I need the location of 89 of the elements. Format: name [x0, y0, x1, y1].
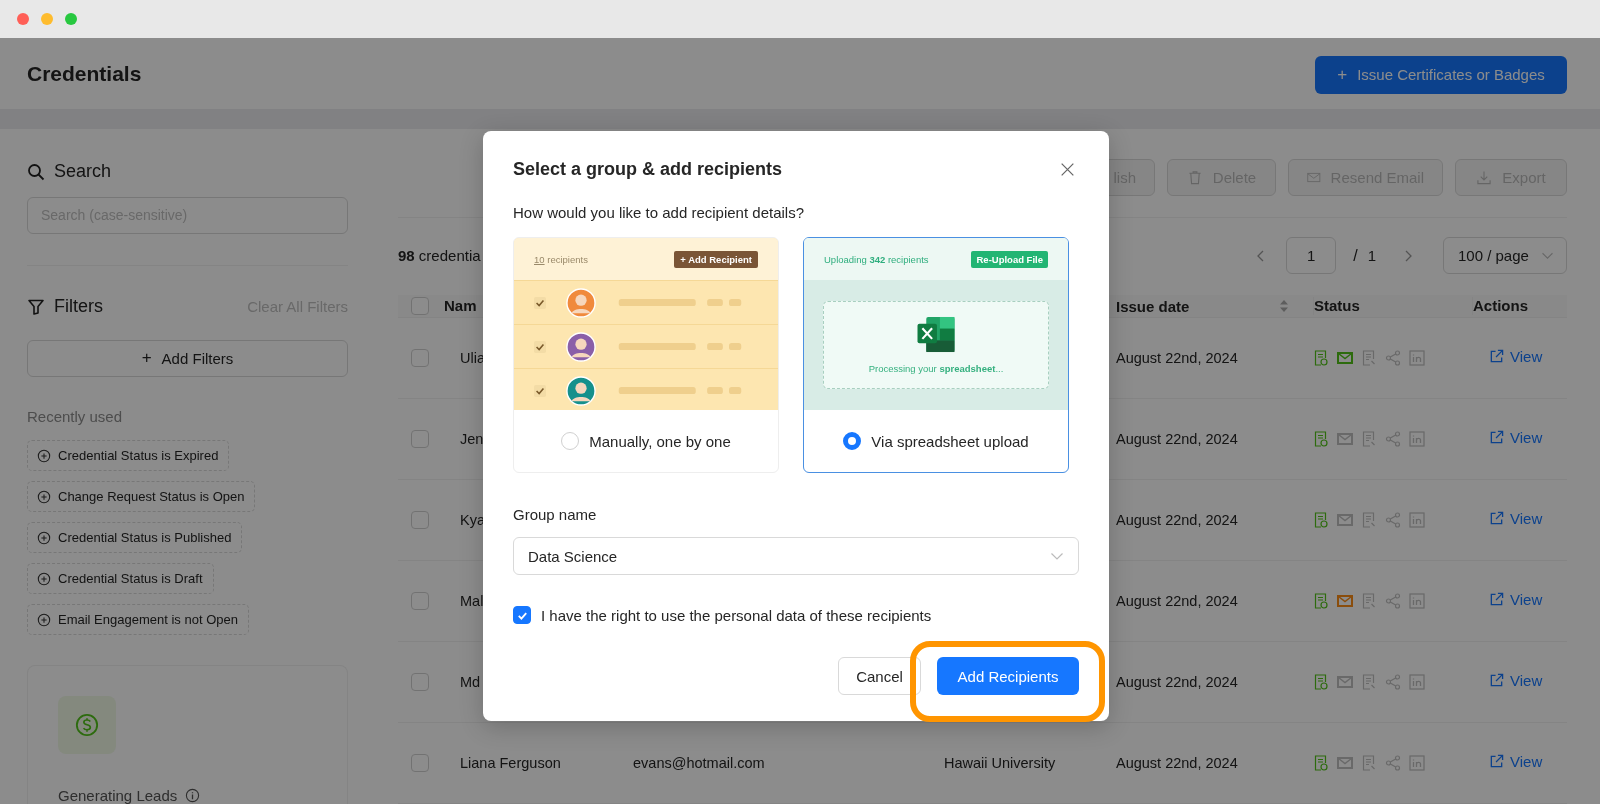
view-link[interactable]: View [1489, 672, 1543, 689]
page-size-select[interactable]: 100 / page [1443, 237, 1567, 275]
trash-icon [1186, 170, 1203, 185]
plus-circle-icon [37, 612, 51, 627]
next-page-icon[interactable] [1403, 248, 1413, 263]
reupload-tag: Re-Upload File [971, 250, 1048, 268]
download-icon [1476, 170, 1493, 185]
table-cell: August 22nd, 2024 [1116, 431, 1238, 447]
external-link-icon [1489, 430, 1504, 445]
search-icon [27, 162, 45, 181]
filter-chip[interactable]: Credential Status is Expired [27, 440, 230, 471]
credential-count: 98 credentia [398, 247, 481, 265]
close-button[interactable] [1060, 161, 1075, 177]
table-cell: August 22nd, 2024 [1116, 755, 1238, 771]
filter-chip[interactable]: Change Request Status is Open [27, 481, 256, 512]
plus-circle-icon [37, 448, 51, 463]
plus-circle-icon [37, 489, 51, 504]
spreadsheet-icon [916, 316, 956, 353]
table-cell: Jen [460, 431, 484, 447]
external-link-icon [1489, 349, 1504, 364]
select-all-checkbox[interactable] [411, 297, 429, 316]
filter-icon [27, 297, 45, 316]
table-cell: August 22nd, 2024 [1116, 674, 1238, 690]
group-name-label: Group name [513, 505, 598, 525]
row-checkbox[interactable] [411, 754, 429, 772]
filter-chip[interactable]: Credential Status is Draft [27, 563, 214, 594]
group-select[interactable]: Data Science [513, 537, 1079, 575]
page-separator: / [1353, 246, 1358, 265]
consent-label: I have the right to use the personal data of these recipients [541, 606, 932, 624]
plus-circle-icon [37, 530, 51, 545]
row-checkbox[interactable] [411, 511, 429, 529]
page-title: Credentials [27, 61, 142, 86]
dollar-icon [75, 713, 99, 737]
window-close-button[interactable] [17, 13, 29, 25]
table-cell: August 22nd, 2024 [1116, 350, 1238, 366]
view-link[interactable]: View [1489, 348, 1543, 365]
table-cell: Mal [460, 593, 484, 609]
add-recipients-button[interactable]: Add Recipients [937, 657, 1079, 695]
chevron-down-icon [1541, 251, 1554, 261]
window-minimize-button[interactable] [41, 13, 53, 25]
option-card[interactable]: 10 recipients + Add Recipient Manually, one by one [513, 237, 779, 473]
external-link-icon [1489, 754, 1504, 769]
table-cell: Liana Ferguson [460, 755, 561, 771]
row-checkbox[interactable] [411, 430, 429, 448]
card-title: Generating Leads [58, 787, 178, 804]
add-filters-button[interactable]: + Add Filters [27, 339, 348, 377]
table-cell: Hawaii University [944, 755, 1056, 771]
page-field[interactable]: 1 [1286, 237, 1337, 275]
table-cell: evans@hotmail.com [633, 755, 765, 771]
column-header: Issue date [1116, 297, 1190, 315]
row-checkbox[interactable] [411, 592, 429, 610]
filter-chip[interactable]: Credential Status is Published [27, 522, 243, 553]
question-text: How would you like to add recipient details? [513, 203, 805, 223]
column-header: Nam [444, 297, 477, 315]
option-card[interactable]: Uploading 342 recipients Re-Upload File Processing your spreadsheet... Via spreadsheet upload [803, 237, 1069, 473]
plus-circle-icon [37, 571, 51, 586]
info-icon[interactable] [185, 788, 201, 803]
radio-button[interactable] [843, 432, 862, 450]
view-link[interactable]: View [1489, 510, 1543, 527]
search-heading: Search [54, 161, 112, 183]
option-label: Via spreadsheet upload [871, 432, 1029, 450]
window-zoom-button[interactable] [65, 13, 77, 25]
table-cell: August 22nd, 2024 [1116, 593, 1238, 609]
processing-text: Processing your spreadsheet... [868, 363, 1004, 374]
view-link[interactable]: View [1489, 591, 1543, 608]
external-link-icon [1489, 511, 1504, 526]
dialog-title: Select a group & add recipients [513, 158, 783, 180]
external-link-icon [1489, 673, 1504, 688]
chevron-down-icon [1050, 551, 1064, 561]
row-checkbox[interactable] [411, 349, 429, 367]
consent-checkbox[interactable] [513, 606, 531, 624]
column-header: Status [1314, 297, 1360, 315]
filter-chip[interactable]: Email Engagement is not Open [27, 604, 249, 635]
page-total: 1 [1367, 247, 1376, 265]
external-link-icon [1489, 592, 1504, 607]
filters-heading: Filters [54, 296, 103, 318]
table-cell: August 22nd, 2024 [1116, 512, 1238, 528]
recipient-count: 10 recipients [534, 253, 588, 265]
row-checkbox[interactable] [411, 673, 429, 691]
table-cell: Md [460, 674, 481, 690]
column-header: Actions [1473, 297, 1528, 315]
recently-used-label: Recently used [27, 407, 124, 427]
mail-icon [1307, 170, 1321, 185]
add-recipient-tag: + Add Recipient [674, 250, 758, 268]
issue-button[interactable]: + Issue Certificates or Badges [1315, 55, 1567, 94]
upload-status: Uploading 342 recipients [824, 253, 929, 265]
view-link[interactable]: View [1489, 753, 1543, 770]
option-label: Manually, one by one [589, 432, 731, 450]
view-link[interactable]: View [1489, 429, 1543, 446]
